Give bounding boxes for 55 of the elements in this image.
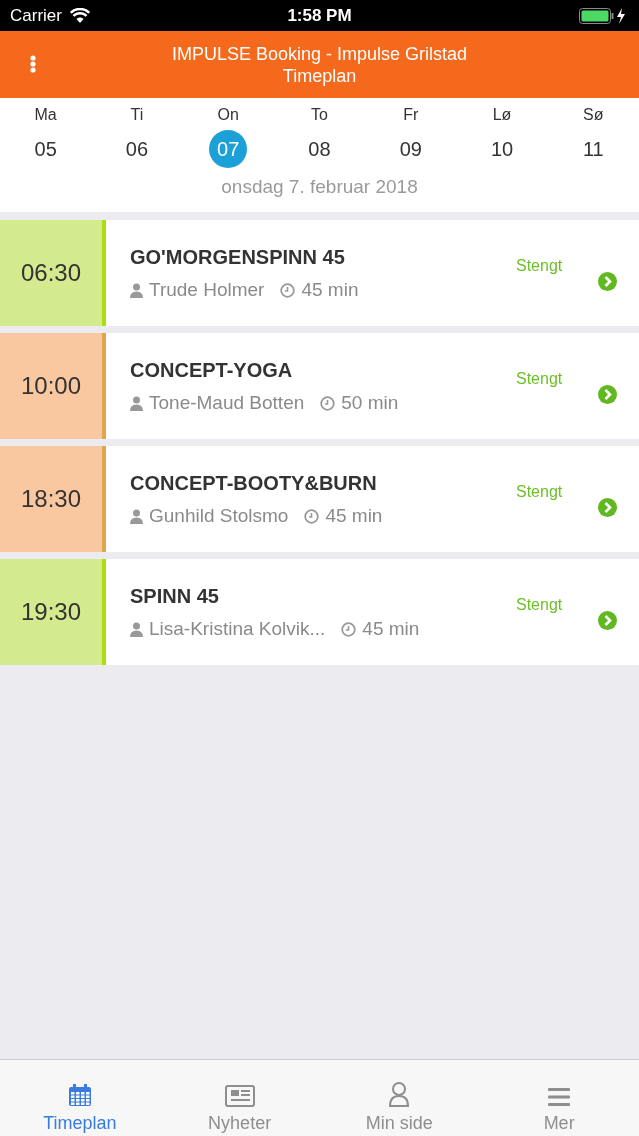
person-icon <box>130 508 143 524</box>
class-name: GO'MORGENSPINN 45 <box>130 246 346 269</box>
class-row[interactable]: 06:30 GO'MORGENSPINN 45 Trude Holmer 45 min Stengt <box>0 220 639 326</box>
calendar-icon <box>67 1083 92 1107</box>
status-label: Stengt <box>516 596 563 613</box>
instructor-name: Gunhild Stolsmo <box>149 505 289 527</box>
chevron-icon[interactable] <box>598 385 617 404</box>
day-button[interactable]: Fr 09 <box>365 106 457 168</box>
chevron-icon[interactable] <box>598 272 617 291</box>
time-block: 18:30 <box>0 446 102 552</box>
carrier-label: Carrier <box>10 5 62 26</box>
clock-icon <box>341 621 357 637</box>
chevron-icon[interactable] <box>598 611 617 630</box>
instructor-name: Lisa-Kristina Kolvik... <box>149 618 326 640</box>
app-title: IMPULSE Booking - Impulse Grilstad <box>171 42 468 65</box>
tab-button[interactable]: Timeplan <box>0 1060 160 1136</box>
class-name: CONCEPT-YOGA <box>130 359 294 382</box>
class-name: CONCEPT-BOOTY&BURN <box>130 472 378 495</box>
day-button[interactable]: On 07 <box>182 106 274 168</box>
class-row[interactable]: 10:00 CONCEPT-YOGA Tone-Maud Botten 50 min Stengt <box>0 333 639 439</box>
clock-icon <box>304 508 320 524</box>
person-icon <box>130 621 143 637</box>
time-block: 10:00 <box>0 333 102 439</box>
person-icon <box>388 1081 411 1107</box>
time-block: 19:30 <box>0 559 102 665</box>
chevron-icon[interactable] <box>598 498 617 517</box>
wifi-icon <box>69 8 90 23</box>
instructor-name: Tone-Maud Botten <box>149 392 305 414</box>
status-label: Stengt <box>516 370 563 387</box>
person-icon <box>130 282 143 298</box>
newspaper-icon <box>224 1085 255 1107</box>
class-name: SPINN 45 <box>130 585 220 608</box>
duration: 45 min <box>325 505 383 527</box>
selected-date: onsdag 7. februar 2018 <box>221 176 418 197</box>
more-icon[interactable] <box>30 55 36 73</box>
page-title: Timeplan <box>282 64 357 87</box>
day-button[interactable]: To 08 <box>273 106 366 168</box>
clock-icon <box>280 282 296 298</box>
class-row[interactable]: 18:30 CONCEPT-BOOTY&BURN Gunhild Stolsmo 45 min Stengt <box>0 446 639 552</box>
day-button[interactable]: Ma 05 <box>0 106 92 168</box>
instructor-name: Trude Holmer <box>149 279 265 301</box>
status-label: Stengt <box>516 483 563 500</box>
day-button[interactable]: Lø 10 <box>456 106 548 168</box>
class-row[interactable]: 19:30 SPINN 45 Lisa-Kristina Kolvik... 45 min Stengt <box>0 559 639 665</box>
clock-icon <box>320 395 336 411</box>
duration: 50 min <box>341 392 399 414</box>
time-block: 06:30 <box>0 220 102 326</box>
duration: 45 min <box>362 618 420 640</box>
person-icon <box>130 395 143 411</box>
status-label: Stengt <box>516 257 563 274</box>
day-button[interactable]: Ti 06 <box>91 106 183 168</box>
day-button[interactable]: Sø 11 <box>547 106 639 168</box>
duration: 45 min <box>301 279 359 301</box>
clock-time: 1:58 PM <box>287 5 352 25</box>
menu-icon <box>548 1087 571 1107</box>
